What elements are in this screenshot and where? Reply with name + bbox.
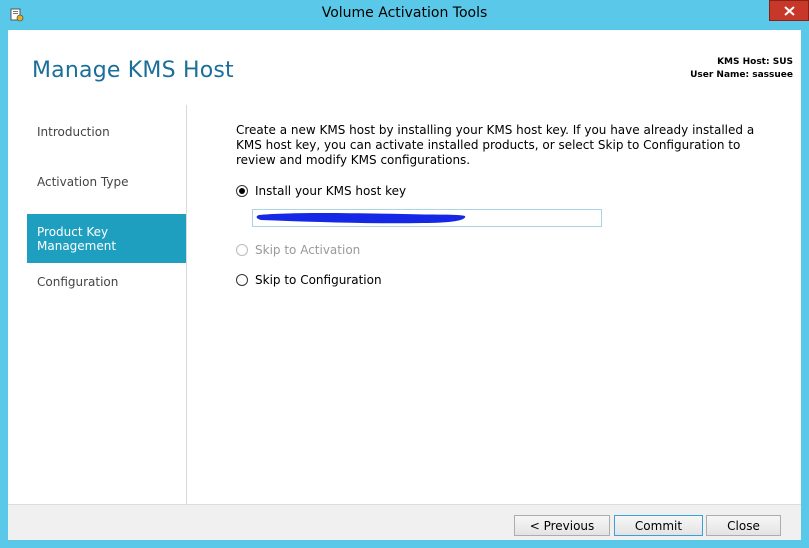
- radio-skip-configuration[interactable]: [236, 274, 248, 286]
- option-label: Install your KMS host key: [255, 184, 407, 198]
- main-content: Create a new KMS host by installing your…: [236, 123, 776, 168]
- host-info: KMS Host: SUS User Name: sassuee: [690, 56, 793, 82]
- title-bar[interactable]: Volume Activation Tools: [0, 0, 809, 30]
- sidebar-item-configuration[interactable]: Configuration: [27, 264, 186, 313]
- radio-install-key[interactable]: [236, 185, 248, 197]
- window-title: Volume Activation Tools: [321, 5, 488, 21]
- previous-button[interactable]: < Previous: [514, 515, 610, 536]
- sidebar-item-introduction[interactable]: Introduction: [27, 114, 186, 163]
- option-label: Skip to Activation: [255, 243, 361, 257]
- sidebar-item-label: Introduction: [37, 125, 110, 139]
- wizard-sidebar: Introduction Activation Type Product Key…: [8, 105, 186, 504]
- radio-skip-activation[interactable]: [236, 244, 248, 256]
- page-header: Manage KMS Host KMS Host: SUS User Name:…: [8, 30, 801, 105]
- option-label: Skip to Configuration: [255, 273, 382, 287]
- sidebar-item-label: Activation Type: [37, 175, 129, 189]
- user-name-label: User Name: sassuee: [690, 70, 793, 80]
- close-icon: [784, 6, 795, 16]
- volume-activation-window: Volume Activation Tools Manage KMS Host …: [0, 0, 809, 548]
- kms-host-key-input[interactable]: [252, 209, 602, 227]
- sidebar-item-label: Configuration: [37, 275, 119, 289]
- close-button[interactable]: Close: [706, 515, 781, 536]
- sidebar-item-activation-type[interactable]: Activation Type: [27, 164, 186, 213]
- wizard-footer: < Previous Commit Close: [8, 504, 801, 540]
- sidebar-divider: [186, 105, 187, 504]
- sidebar-item-label: Product Key Management: [37, 225, 117, 253]
- redaction-scribble: [256, 213, 466, 224]
- sidebar-item-product-key-management[interactable]: Product Key Management: [27, 214, 186, 263]
- page-title: Manage KMS Host: [32, 58, 234, 83]
- option-skip-configuration[interactable]: Skip to Configuration: [236, 273, 382, 287]
- window-close-button[interactable]: [769, 0, 809, 21]
- option-install-key[interactable]: Install your KMS host key: [236, 184, 406, 198]
- intro-text: Create a new KMS host by installing your…: [236, 123, 755, 167]
- client-area: Manage KMS Host KMS Host: SUS User Name:…: [8, 30, 801, 540]
- option-skip-activation[interactable]: Skip to Activation: [236, 243, 360, 257]
- kms-host-label: KMS Host: SUS: [717, 57, 793, 67]
- commit-button[interactable]: Commit: [614, 515, 703, 536]
